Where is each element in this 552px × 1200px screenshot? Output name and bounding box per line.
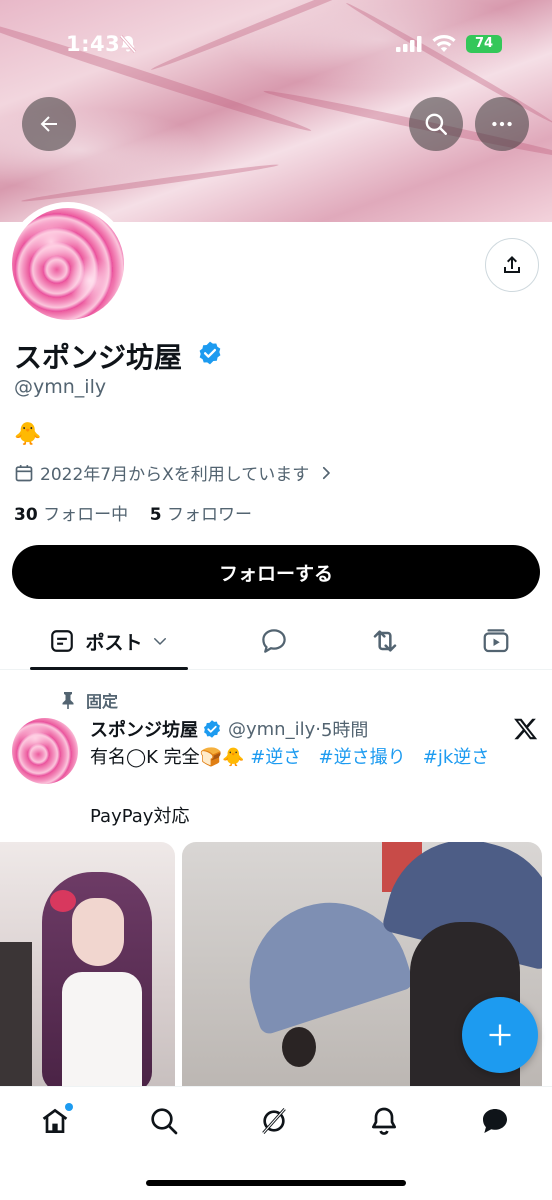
following-link[interactable]: 30 フォロー中: [14, 505, 128, 525]
verified-badge-icon: [204, 720, 220, 738]
post-avatar[interactable]: [12, 718, 78, 784]
followers-label: フォロワー: [166, 505, 252, 525]
compose-button[interactable]: [462, 997, 538, 1073]
search-button[interactable]: [409, 97, 463, 151]
post-time[interactable]: 5時間: [321, 716, 368, 742]
joined-text: 2022年7月からXを利用しています: [40, 465, 310, 485]
home-indicator: [146, 1180, 406, 1186]
more-button[interactable]: [475, 97, 529, 151]
following-label: フォロー中: [43, 505, 129, 525]
profile-tabs: ポスト: [0, 612, 552, 670]
hashtag-link[interactable]: #逆さ: [250, 747, 301, 768]
post-media-image[interactable]: [0, 842, 175, 1086]
profile-handle: @ymn_ily: [14, 376, 107, 398]
arrow-left-icon: [40, 116, 57, 132]
chat-icon: [483, 1109, 507, 1133]
post-text-line2: PayPay対応: [90, 806, 190, 827]
search-icon: [425, 113, 447, 135]
status-time: 1:43: [66, 32, 121, 56]
nav-notifications[interactable]: [366, 1103, 402, 1139]
hashtag-link[interactable]: #jk逆さ: [423, 747, 490, 768]
followers-link[interactable]: 5 フォロワー: [150, 505, 252, 525]
post-text: 有名◯K 完全🍞🐥 #逆さ #逆さ撮り #jk逆さ: [90, 744, 540, 771]
hashtag-link[interactable]: #逆さ撮り: [318, 747, 405, 768]
display-name: スポンジ坊屋: [14, 341, 183, 374]
following-count: 30: [14, 505, 38, 525]
x-logo-icon[interactable]: [513, 716, 539, 742]
post-author-name[interactable]: スポンジ坊屋: [90, 716, 198, 742]
joined-date[interactable]: 2022年7月からXを利用しています: [14, 460, 341, 485]
post-header: スポンジ坊屋 @ymn_ily · 5時間: [90, 716, 368, 742]
nav-home[interactable]: [37, 1103, 73, 1139]
plus-icon: [489, 1024, 511, 1046]
search-icon: [151, 1108, 178, 1135]
verified-badge-icon: [199, 341, 221, 365]
bell-off-icon: [119, 35, 137, 53]
status-bar: 1:43 74: [0, 0, 552, 90]
calendar-icon: [15, 464, 33, 481]
video-icon: [483, 629, 509, 653]
post-text-body: 有名◯K 完全🍞🐥: [90, 747, 251, 768]
share-button[interactable]: [485, 238, 539, 292]
tab-media[interactable]: [476, 612, 516, 670]
follow-button[interactable]: フォローする: [12, 545, 540, 599]
wifi-icon: [432, 34, 456, 52]
pinned-label: 固定: [86, 692, 119, 711]
tab-posts[interactable]: ポスト: [30, 612, 188, 670]
chevron-down-icon: [153, 638, 166, 645]
tab-replies[interactable]: [254, 612, 294, 670]
tab-posts-label: ポスト: [85, 631, 143, 654]
post-author-handle[interactable]: @ymn_ily: [228, 719, 315, 740]
more-icon: [492, 121, 512, 127]
avatar[interactable]: [12, 208, 124, 320]
home-notification-dot: [65, 1103, 73, 1111]
profile-bio: 🐥: [14, 422, 42, 447]
repost-icon: [373, 630, 397, 652]
tab-reposts[interactable]: [365, 612, 405, 670]
avatar-frame[interactable]: [6, 202, 130, 326]
active-tab-indicator: [30, 667, 188, 670]
posts-icon: [51, 630, 74, 652]
nav-messages[interactable]: [477, 1103, 513, 1139]
battery-indicator: 74: [466, 35, 502, 53]
grok-icon: [262, 1108, 286, 1134]
pin-icon: [62, 692, 74, 709]
pinned-indicator: 固定: [60, 688, 118, 712]
signal-icon: [396, 36, 422, 52]
share-icon: [504, 256, 520, 273]
nav-search[interactable]: [146, 1103, 182, 1139]
bell-icon: [372, 1107, 396, 1135]
follow-stats: 30 フォロー中 5 フォロワー: [14, 500, 252, 525]
chevron-right-icon: [323, 466, 331, 479]
reply-icon: [262, 629, 286, 653]
followers-count: 5: [149, 505, 162, 525]
nav-grok[interactable]: [256, 1103, 292, 1139]
back-button[interactable]: [22, 97, 76, 151]
